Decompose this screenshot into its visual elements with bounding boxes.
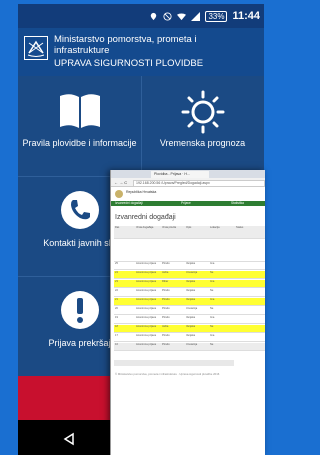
browser-tab[interactable]: Plovidba - Prijava · H... <box>151 171 209 178</box>
table-cell: Plovilo <box>162 262 170 265</box>
table-cell: Ne <box>210 343 214 346</box>
table-cell: Ne <box>210 307 214 310</box>
table-cell: Anonimna prijava <box>136 298 157 301</box>
table-cell: Ima <box>210 298 215 301</box>
table-cell: Ne <box>210 289 214 292</box>
table-cell: Anonimna prijava <box>136 343 157 346</box>
battery-indicator: 33% <box>205 10 228 22</box>
clock: 11:44 <box>232 10 260 22</box>
ministry-name: Ministarstvo pomorstva, prometa i infras… <box>54 34 197 56</box>
table-cell: Ne <box>210 325 214 328</box>
table-cell: 25 <box>115 262 118 265</box>
table-cell: Ima <box>210 316 215 319</box>
site-menu-item[interactable]: Prijave <box>181 201 191 206</box>
table-row[interactable]: 20 Anonimna prijava Plovilo Unutarnja Ne <box>114 307 265 315</box>
site-brand: Republika Hrvatska <box>111 187 265 201</box>
browser-nav-arrows-icon[interactable]: ← → C <box>114 180 127 185</box>
table-cell: Ribar <box>162 280 169 283</box>
table-cell: Vanjska <box>186 280 196 283</box>
table-cell: Plovilo <box>162 334 170 337</box>
site-footer: © Ministarstvo pomorstva, prometa i infr… <box>115 372 220 376</box>
table-cell: Anonimna prijava <box>136 271 157 274</box>
table-row[interactable]: 24 Anonimna prijava Jahta Unutarnja Ne <box>114 271 265 279</box>
table-cell: Plovilo <box>162 289 170 292</box>
phone-icon <box>60 191 99 229</box>
table-cell: 18 <box>115 325 118 328</box>
table-cell: Vanjska <box>186 334 196 337</box>
ministry-logo-icon <box>24 36 48 60</box>
table-cell: Ne <box>210 271 214 274</box>
table-cell: Anonimna prijava <box>136 316 157 319</box>
browser-tab-bar: Plovidba - Prijava · H... <box>111 170 265 178</box>
table-cell: Jahta <box>162 271 169 274</box>
sun-icon <box>181 90 224 134</box>
table-pager[interactable] <box>114 360 234 366</box>
agency-name: UPRAVA SIGURNOSTI PLOVIDBE <box>54 58 204 69</box>
table-cell: Ima <box>210 280 215 283</box>
location-icon <box>151 12 157 20</box>
table-row[interactable]: 25 Anonimna prijava Plovilo Vanjska Ima <box>114 262 265 270</box>
tile-label: Vremenska prognoza <box>159 138 246 148</box>
table-row[interactable]: 23 Anonimna prijava Ribar Vanjska Ima <box>114 280 265 288</box>
table-cell: 20 <box>115 307 118 310</box>
table-cell: Anonimna prijava <box>136 262 157 265</box>
back-icon[interactable] <box>62 432 76 446</box>
book-icon <box>59 94 100 128</box>
site-seal-icon <box>115 190 123 198</box>
site-menu-item[interactable]: Izvanredni događaji <box>115 201 143 206</box>
table-row[interactable]: 16 Anonimna prijava Plovilo Unutarnja Ne <box>114 343 265 351</box>
table-header: Dat. Vrsta događaja Vrsta plovila Opis L… <box>114 226 265 239</box>
table-cell: Plovilo <box>162 316 170 319</box>
table-cell: Jahta <box>162 325 169 328</box>
tile-label: Pravila plovidbe i informacije <box>22 138 137 148</box>
url-field[interactable]: 192.168.200.56 /Uprava/Pregled/Dogadaji.… <box>133 179 265 187</box>
table-cell: Plovilo <box>162 343 170 346</box>
table-cell: Anonimna prijava <box>136 334 157 337</box>
filter-row[interactable] <box>114 239 265 262</box>
table-cell: 23 <box>115 280 118 283</box>
table-cell: Plovilo <box>162 298 170 301</box>
table-cell: Unutarnja <box>186 343 198 346</box>
table-row[interactable]: 17 Anonimna prijava Plovilo Vanjska Ima <box>114 334 265 342</box>
table-cell: 17 <box>115 334 118 337</box>
table-row[interactable]: 21 Anonimna prijava Plovilo Vanjska Ima <box>114 298 265 306</box>
table-cell: Vanjska <box>186 316 196 319</box>
table-cell: Unutarnja <box>186 271 198 274</box>
site-menu: Izvanredni događaji Prijave Statistika <box>111 201 265 206</box>
status-bar: 33% 11:44 <box>18 4 264 28</box>
site-menu-item[interactable]: Statistika <box>231 201 244 206</box>
table-cell: Ima <box>210 262 215 265</box>
browser-address-bar: ← → C 192.168.200.56 /Uprava/Pregled/Dog… <box>111 178 265 187</box>
page-title: Izvanredni događaji <box>115 214 176 221</box>
table-cell: Vanjska <box>186 325 196 328</box>
table-row[interactable]: 19 Anonimna prijava Plovilo Vanjska Ima <box>114 316 265 324</box>
table-cell: Vanjska <box>186 298 196 301</box>
tile-rules[interactable]: Pravila plovidbe i informacije <box>18 76 141 176</box>
app-header: Ministarstvo pomorstva, prometa i infras… <box>18 28 264 76</box>
table-cell: Anonimna prijava <box>136 325 157 328</box>
site-brand-name: Republika Hrvatska <box>126 190 157 194</box>
table-cell: 21 <box>115 298 118 301</box>
table-row[interactable]: 18 Anonimna prijava Jahta Vanjska Ne <box>114 325 265 333</box>
browser-screenshot: Plovidba - Prijava · H... ← → C 192.168.… <box>110 170 265 455</box>
table-cell: 19 <box>115 316 118 319</box>
table-cell: 22 <box>115 289 118 292</box>
table-cell: 16 <box>115 343 118 346</box>
table-cell: Anonimna prijava <box>136 289 157 292</box>
table-cell: 24 <box>115 271 118 274</box>
table-cell: Vanjska <box>186 262 196 265</box>
table-row[interactable]: 22 Anonimna prijava Plovilo Vanjska Ne <box>114 289 265 297</box>
table-cell: Plovilo <box>162 307 170 310</box>
wifi-icon <box>177 13 187 20</box>
alert-icon <box>60 291 99 329</box>
mute-icon <box>163 11 173 21</box>
table-cell: Anonimna prijava <box>136 307 157 310</box>
tile-weather[interactable]: Vremenska prognoza <box>141 76 264 176</box>
signal-icon <box>191 11 201 21</box>
table-cell: Ima <box>210 334 215 337</box>
table-cell: Vanjska <box>186 289 196 292</box>
table-cell: Anonimna prijava <box>136 280 157 283</box>
table-cell: Unutarnja <box>186 307 198 310</box>
